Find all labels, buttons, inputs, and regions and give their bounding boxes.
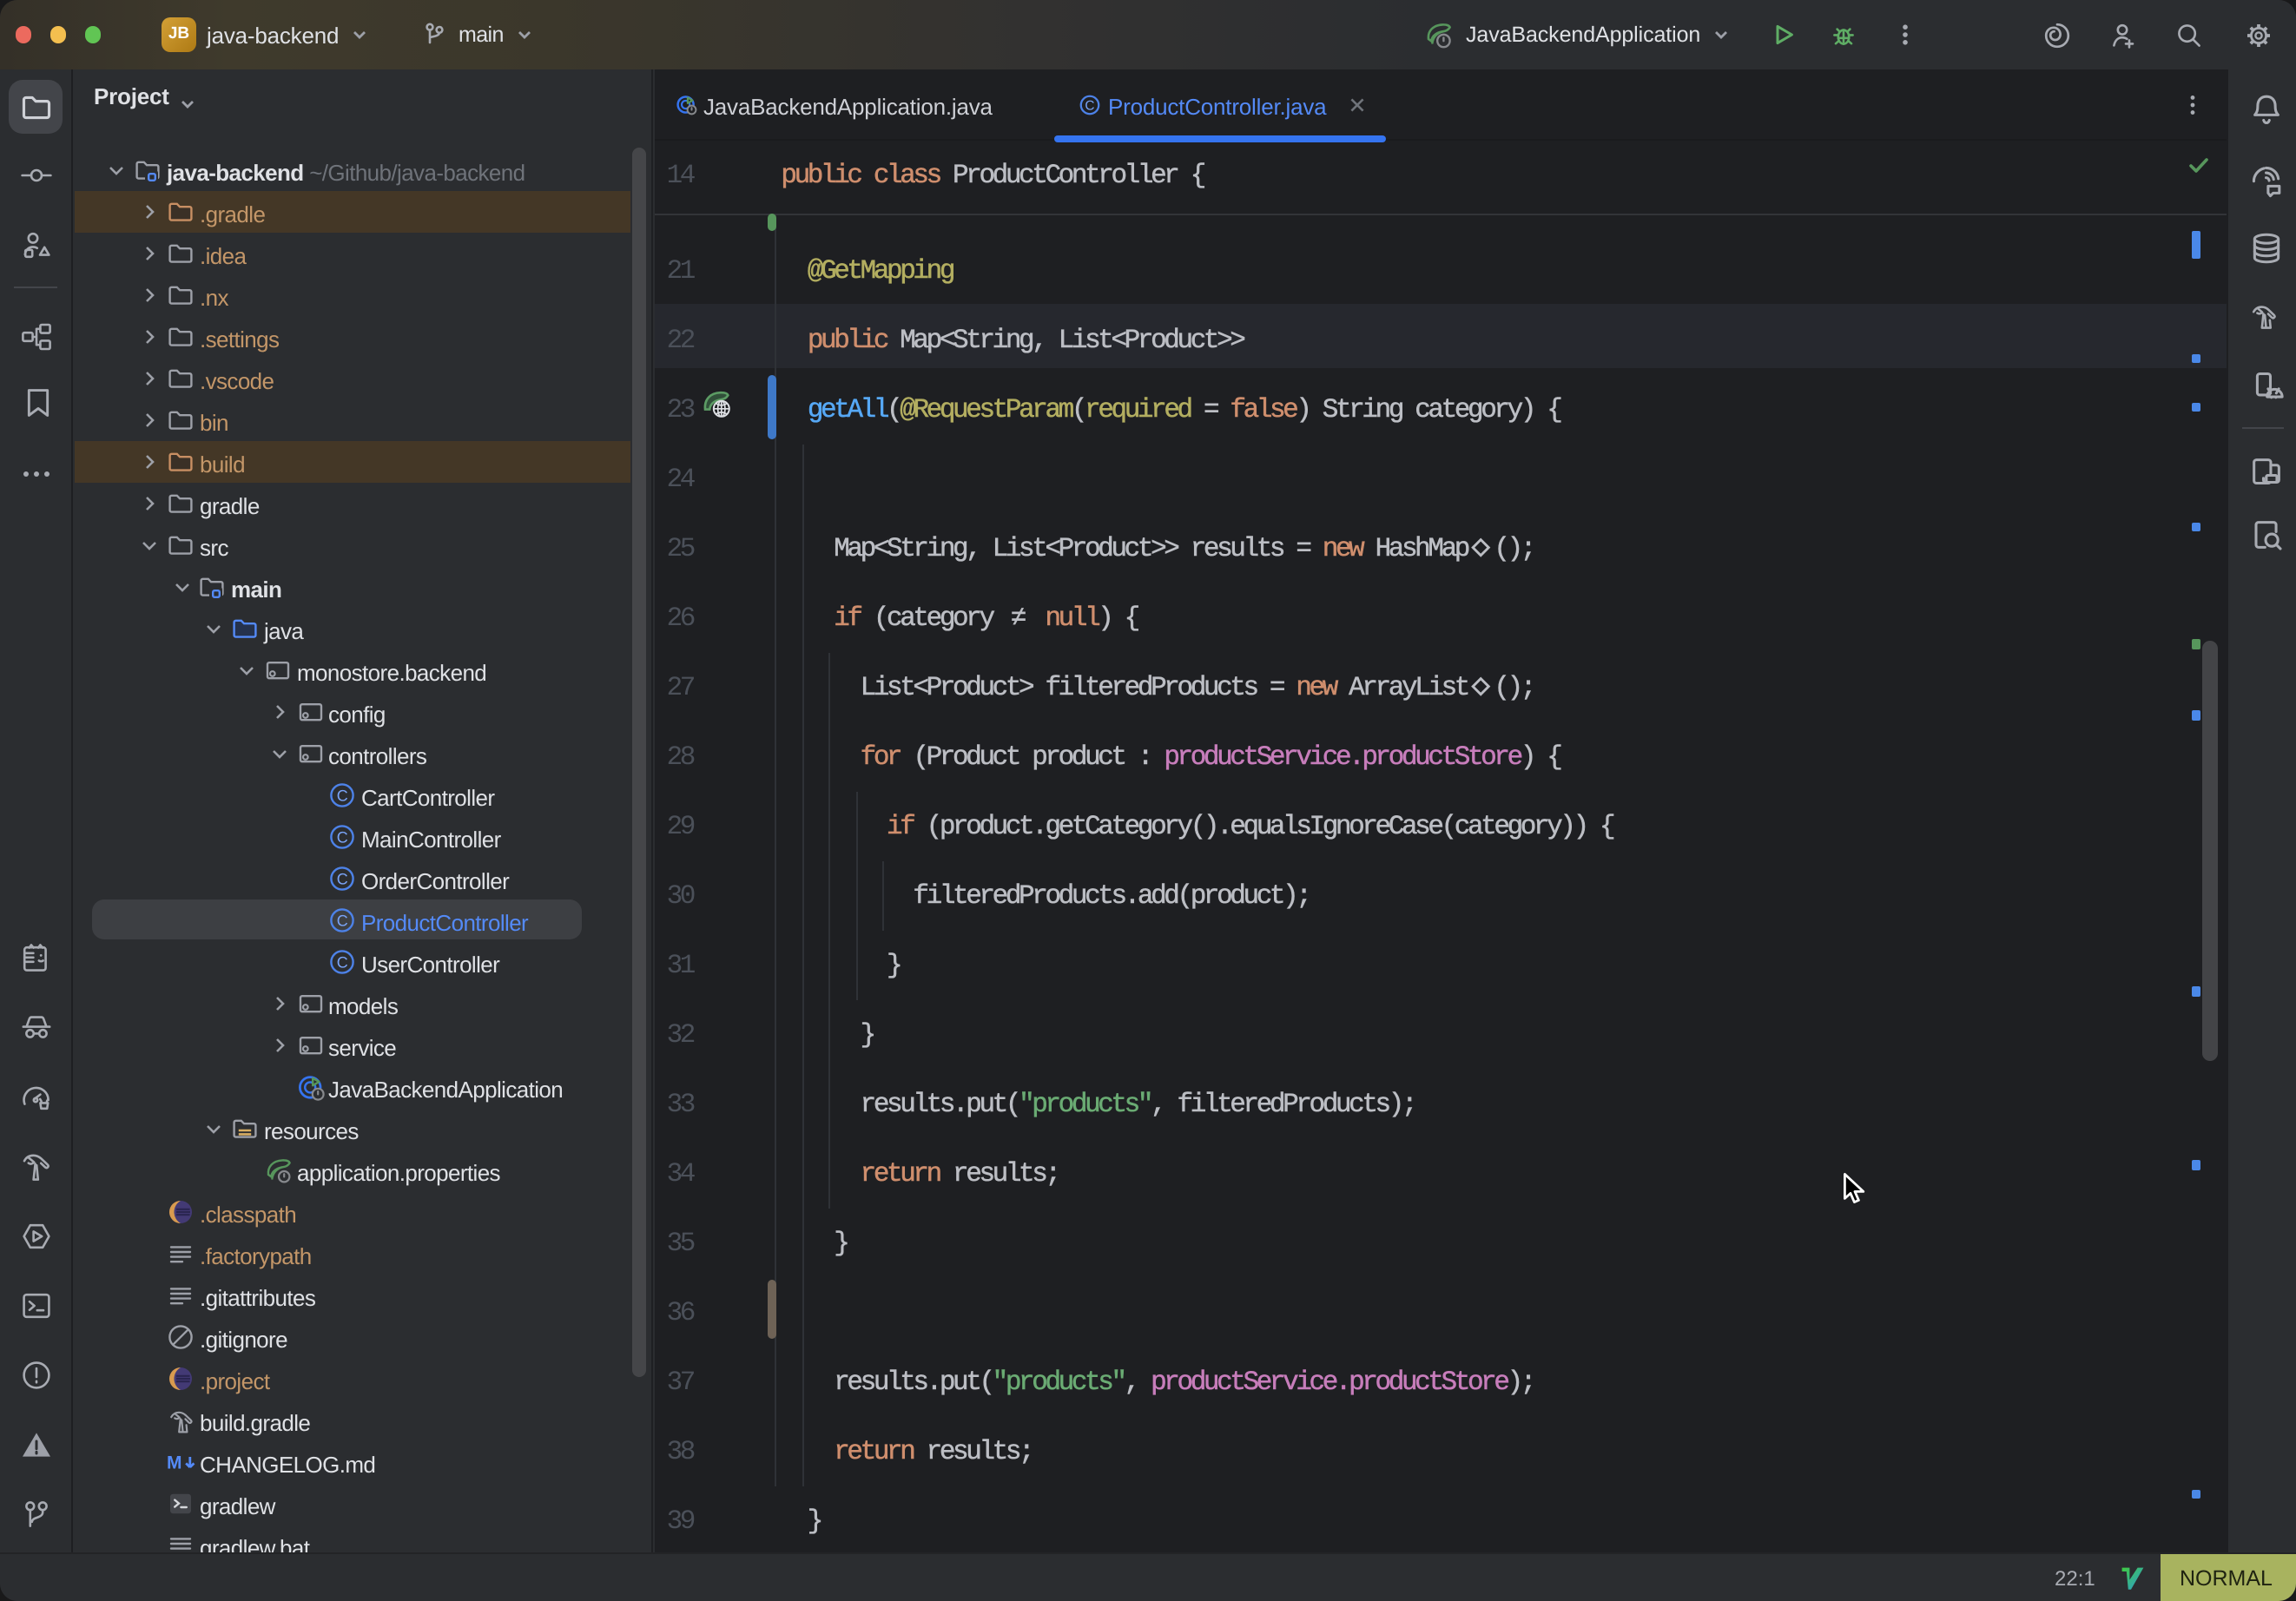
svg-text:M: M — [167, 1453, 182, 1474]
svg-text:C: C — [337, 913, 349, 930]
svg-text:C: C — [337, 829, 349, 847]
svg-text:C: C — [1085, 99, 1094, 115]
svg-text:C: C — [337, 954, 349, 972]
svg-text:C: C — [337, 787, 349, 805]
svg-text:C: C — [337, 871, 349, 888]
